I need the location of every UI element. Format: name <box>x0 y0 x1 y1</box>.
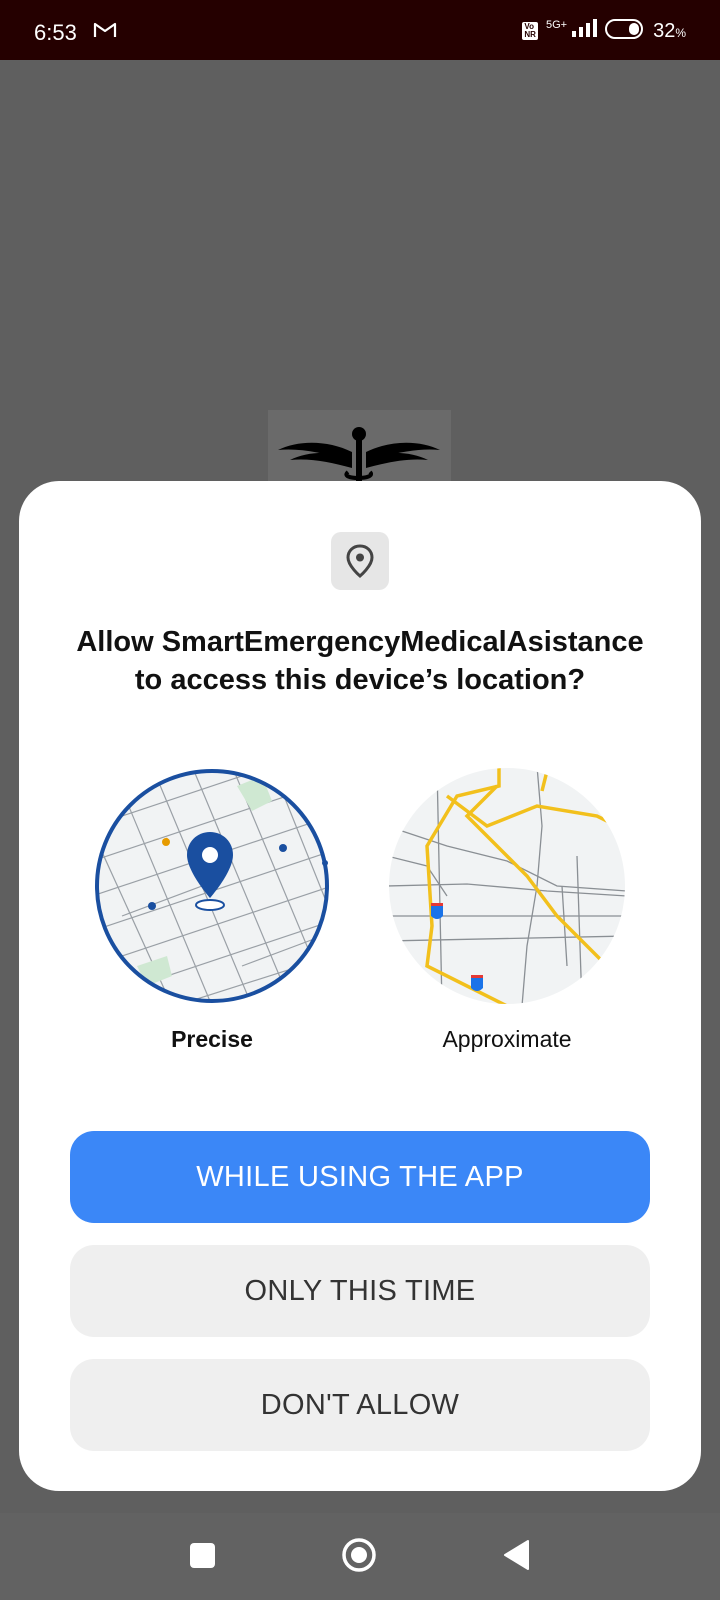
while-using-app-button[interactable]: WHILE USING THE APP <box>70 1131 650 1223</box>
precise-label[interactable]: Precise <box>92 1026 332 1053</box>
location-permission-dialog: Allow SmartEmergencyMedicalAsistance to … <box>19 481 701 1491</box>
battery-percent: 32% <box>653 19 686 42</box>
approximate-option[interactable] <box>387 766 627 1006</box>
location-pin-icon <box>331 532 389 590</box>
dont-allow-button[interactable]: DON'T ALLOW <box>70 1359 650 1451</box>
status-indicators: Vo NR 5G+ 32% <box>522 16 686 46</box>
navigation-bar <box>0 1513 720 1600</box>
network-type: 5G+ <box>545 19 568 31</box>
caduceus-logo <box>268 410 451 490</box>
volte-icon: Vo NR <box>522 22 538 40</box>
recent-apps-icon[interactable] <box>190 1543 215 1568</box>
back-icon[interactable] <box>502 1539 530 1576</box>
signal-icon <box>571 18 598 44</box>
gmail-icon <box>93 21 117 44</box>
home-icon[interactable] <box>341 1537 377 1573</box>
precise-option[interactable] <box>92 766 332 1006</box>
precise-map-icon <box>95 769 329 1003</box>
only-this-time-button[interactable]: ONLY THIS TIME <box>70 1245 650 1337</box>
approximate-map-icon <box>389 768 625 1004</box>
dialog-title: Allow SmartEmergencyMedicalAsistance to … <box>76 626 644 696</box>
status-bar: 6:53 Vo NR 5G+ 32% <box>0 0 720 60</box>
battery-icon <box>605 18 645 45</box>
approximate-label[interactable]: Approximate <box>387 1026 627 1053</box>
status-time: 6:53 <box>34 20 77 45</box>
